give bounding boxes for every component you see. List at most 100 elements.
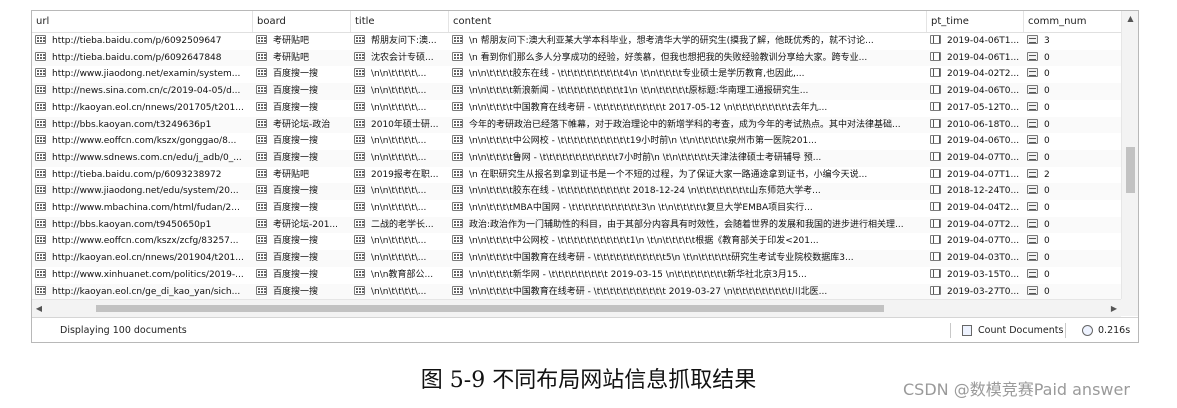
cell-pt-time[interactable]: 2019-04-06T0...	[927, 133, 1024, 150]
cell-title[interactable]: \n\n\t\t\t\t\...	[351, 83, 449, 100]
cell-url[interactable]: http://tieba.baidu.com/p/6092509647	[32, 33, 253, 50]
cell-pt-time[interactable]: 2019-04-06T0...	[927, 83, 1024, 100]
cell-content[interactable]: \n\n\t\t\t\t中公网校 - \t\t\t\t\t\t\t\t\t\t\…	[449, 233, 927, 250]
cell-content[interactable]: \n\n\t\t\t\t胶东在线 - \t\t\t\t\t\t\t\t\t\t4…	[449, 66, 927, 83]
cell-title[interactable]: 帮朋友问下:澳...	[351, 33, 449, 50]
table-row[interactable]: http://bbs.kaoyan.com/t3249636p1 考研论坛-政治 2…	[32, 116, 1121, 134]
cell-title[interactable]: 2010年硕士研...	[351, 117, 449, 134]
cell-board[interactable]: 百度搜一搜	[253, 233, 351, 250]
cell-content[interactable]: \n\n\t\t\t\t中公网校 - \t\t\t\t\t\t\t\t\t\t\…	[449, 133, 927, 150]
cell-title[interactable]: \n\n\t\t\t\t\...	[351, 200, 449, 217]
cell-title[interactable]: \n\n\t\t\t\t\...	[351, 250, 449, 267]
cell-url[interactable]: http://kaoyan.eol.cn/nnews/201705/t201..…	[32, 100, 253, 117]
cell-pt-time[interactable]: 2019-04-07T1...	[927, 167, 1024, 184]
vertical-scroll-thumb[interactable]	[1126, 147, 1135, 193]
cell-pt-time[interactable]: 2019-04-03T0...	[927, 250, 1024, 267]
cell-url[interactable]: http://www.eoffcn.com/kszx/gonggao/8...	[32, 133, 253, 150]
cell-comm-num[interactable]: 0	[1024, 267, 1121, 284]
cell-content[interactable]: \n\n\t\t\t\t中国教育在线考研 - \t\t\t\t\t\t\t\t\…	[449, 284, 927, 300]
cell-comm-num[interactable]: 0	[1024, 100, 1121, 117]
table-row[interactable]: http://www.jiaodong.net/examin/system...…	[32, 66, 1121, 83]
cell-content[interactable]: \n\n\t\t\t\t新华网 - \t\t\t\t\t\t\t\t\t 201…	[449, 267, 927, 284]
cell-comm-num[interactable]: 0	[1024, 183, 1121, 200]
cell-board[interactable]: 考研贴吧	[253, 50, 351, 67]
cell-title[interactable]: \n\n\t\t\t\t\...	[351, 133, 449, 150]
table-row[interactable]: http://news.sina.com.cn/c/2019-04-05/d..…	[32, 83, 1121, 100]
cell-comm-num[interactable]: 0	[1024, 200, 1121, 217]
cell-content[interactable]: \n\n\t\t\t\t胶东在线 - \t\t\t\t\t\t\t\t\t\t\…	[449, 183, 927, 200]
cell-title[interactable]: \n\n\t\t\t\t\...	[351, 284, 449, 300]
table-row[interactable]: http://bbs.kaoyan.com/t9450650p1 考研论坛-201…	[32, 216, 1121, 234]
cell-pt-time[interactable]: 2019-04-06T1...	[927, 50, 1024, 67]
cell-comm-num[interactable]: 0	[1024, 250, 1121, 267]
cell-board[interactable]: 百度搜一搜	[253, 250, 351, 267]
cell-title[interactable]: \n\n教育部公...	[351, 267, 449, 284]
cell-url[interactable]: http://tieba.baidu.com/p/6093238972	[32, 167, 253, 184]
cell-pt-time[interactable]: 2019-04-04T2...	[927, 200, 1024, 217]
cell-board[interactable]: 考研贴吧	[253, 33, 351, 50]
cell-pt-time[interactable]: 2019-04-07T0...	[927, 150, 1024, 167]
cell-board[interactable]: 考研贴吧	[253, 167, 351, 184]
cell-content[interactable]: \n\n\t\t\t\t鲁网 - \t\t\t\t\t\t\t\t\t\t\t\…	[449, 150, 927, 167]
table-row[interactable]: http://tieba.baidu.com/p/6093238972 考研贴吧 2…	[32, 167, 1121, 184]
cell-pt-time[interactable]: 2019-04-07T2...	[927, 217, 1024, 234]
cell-board[interactable]: 百度搜一搜	[253, 66, 351, 83]
cell-content[interactable]: \n\n\t\t\t\t中国教育在线考研 - \t\t\t\t\t\t\t\t\…	[449, 250, 927, 267]
cell-url[interactable]: http://www.eoffcn.com/kszx/zcfg/83257...	[32, 233, 253, 250]
cell-comm-num[interactable]: 0	[1024, 50, 1121, 67]
table-row[interactable]: http://www.mbachina.com/html/fudan/2... 百…	[32, 200, 1121, 217]
cell-title[interactable]: \n\n\t\t\t\t\...	[351, 100, 449, 117]
cell-comm-num[interactable]: 3	[1024, 33, 1121, 50]
cell-url[interactable]: http://www.mbachina.com/html/fudan/2...	[32, 200, 253, 217]
cell-title[interactable]: \n\n\t\t\t\t\...	[351, 150, 449, 167]
column-header-url[interactable]: url	[32, 11, 253, 32]
table-row[interactable]: http://www.jiaodong.net/edu/system/20...…	[32, 183, 1121, 200]
cell-board[interactable]: 百度搜一搜	[253, 150, 351, 167]
cell-board[interactable]: 百度搜一搜	[253, 83, 351, 100]
cell-title[interactable]: \n\n\t\t\t\t\...	[351, 183, 449, 200]
cell-title[interactable]: 2019报考在职...	[351, 167, 449, 184]
cell-url[interactable]: http://www.jiaodong.net/examin/system...	[32, 66, 253, 83]
cell-url[interactable]: http://www.sdnews.com.cn/edu/j_adb/0_...	[32, 150, 253, 167]
horizontal-scrollbar[interactable]: ◀ ▶	[32, 299, 1121, 317]
cell-title[interactable]: \n\n\t\t\t\t\...	[351, 66, 449, 83]
cell-content[interactable]: 今年的考研政治已经落下帷幕，对于政治理论中的新增学科的考查，成为今年的考试热点。…	[449, 117, 927, 134]
cell-board[interactable]: 百度搜一搜	[253, 183, 351, 200]
cell-board[interactable]: 百度搜一搜	[253, 267, 351, 284]
table-row[interactable]: http://tieba.baidu.com/p/6092509647 考研贴吧 帮…	[32, 33, 1121, 50]
scroll-left-arrow-icon[interactable]: ◀	[32, 300, 46, 317]
cell-comm-num[interactable]: 0	[1024, 284, 1121, 300]
column-header-comm-num[interactable]: comm_num	[1024, 11, 1121, 32]
cell-board[interactable]: 百度搜一搜	[253, 284, 351, 300]
cell-url[interactable]: http://bbs.kaoyan.com/t3249636p1	[32, 117, 253, 134]
cell-url[interactable]: http://www.jiaodong.net/edu/system/20...	[32, 183, 253, 200]
table-row[interactable]: http://kaoyan.eol.cn/nnews/201904/t201..…	[32, 250, 1121, 267]
column-header-board[interactable]: board	[253, 11, 351, 32]
column-header-pt-time[interactable]: pt_time	[927, 11, 1024, 32]
scroll-right-arrow-icon[interactable]: ▶	[1107, 300, 1121, 317]
horizontal-scroll-thumb[interactable]	[96, 305, 884, 312]
cell-comm-num[interactable]: 2	[1024, 167, 1121, 184]
cell-url[interactable]: http://www.xinhuanet.com/politics/2019-.…	[32, 267, 253, 284]
vertical-scrollbar[interactable]: ▲	[1121, 11, 1138, 299]
scroll-up-arrow-icon[interactable]: ▲	[1122, 11, 1138, 27]
cell-pt-time[interactable]: 2010-06-18T0...	[927, 117, 1024, 134]
table-row[interactable]: http://tieba.baidu.com/p/6092647848 考研贴吧 沈…	[32, 49, 1121, 67]
table-row[interactable]: http://www.sdnews.com.cn/edu/j_adb/0_...…	[32, 149, 1121, 167]
cell-comm-num[interactable]: 0	[1024, 150, 1121, 167]
cell-board[interactable]: 百度搜一搜	[253, 200, 351, 217]
cell-pt-time[interactable]: 2018-12-24T0...	[927, 183, 1024, 200]
column-header-title[interactable]: title	[351, 11, 449, 32]
cell-content[interactable]: \n\n\t\t\t\tMBA中国网 - \t\t\t\t\t\t\t\t\t\…	[449, 200, 927, 217]
cell-comm-num[interactable]: 0	[1024, 117, 1121, 134]
cell-board[interactable]: 百度搜一搜	[253, 100, 351, 117]
cell-content[interactable]: \n\n\t\t\t\t中国教育在线考研 - \t\t\t\t\t\t\t\t\…	[449, 100, 927, 117]
cell-url[interactable]: http://news.sina.com.cn/c/2019-04-05/d..…	[32, 83, 253, 100]
cell-title[interactable]: 二战的老学长...	[351, 217, 449, 234]
cell-pt-time[interactable]: 2019-04-02T2...	[927, 66, 1024, 83]
cell-url[interactable]: http://kaoyan.eol.cn/ge_di_kao_yan/sich.…	[32, 284, 253, 300]
cell-title[interactable]: 沈农会计专硕...	[351, 50, 449, 67]
cell-content[interactable]: \n 在职研究生从报名到拿到证书是一个不短的过程，为了保证大家一路通途拿到证书，…	[449, 167, 927, 184]
cell-url[interactable]: http://tieba.baidu.com/p/6092647848	[32, 50, 253, 67]
cell-pt-time[interactable]: 2019-04-07T0...	[927, 233, 1024, 250]
